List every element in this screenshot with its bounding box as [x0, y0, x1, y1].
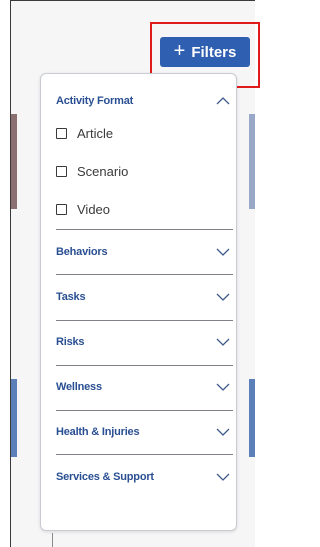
chevron-down-icon — [213, 380, 233, 394]
filter-option-label: Video — [77, 201, 111, 217]
scenario-checkbox[interactable] — [56, 165, 67, 177]
background-card-edge — [11, 379, 17, 457]
filter-section-title: Services & Support — [56, 471, 154, 483]
filter-option-scenario[interactable]: Scenario — [56, 152, 233, 190]
section-divider — [56, 274, 233, 275]
filters-panel: Activity Format Article Scenario Video B… — [40, 73, 237, 531]
background-image-edge — [249, 114, 255, 209]
filter-option-article[interactable]: Article — [56, 114, 233, 152]
filter-section-activity-format: Activity Format Article Scenario Video — [56, 88, 233, 228]
article-checkbox[interactable] — [56, 127, 67, 139]
chevron-down-icon — [213, 245, 233, 259]
filter-section-health-injuries: Health & Injuries — [56, 419, 233, 445]
filter-option-label: Scenario — [77, 163, 129, 179]
filter-section-title: Activity Format — [56, 95, 134, 107]
filter-section-tasks: Tasks — [56, 284, 233, 310]
filter-option-video[interactable]: Video — [56, 190, 233, 228]
filter-section-header-services-support[interactable]: Services & Support — [56, 464, 233, 490]
filter-section-header-behaviors[interactable]: Behaviors — [56, 239, 233, 265]
filter-section-header-wellness[interactable]: Wellness — [56, 374, 233, 400]
chevron-down-icon — [213, 470, 233, 484]
chevron-down-icon — [213, 335, 233, 349]
filter-section-title: Wellness — [56, 381, 102, 393]
background-image-edge — [11, 114, 17, 209]
filter-section-title: Behaviors — [56, 246, 108, 258]
background-card-edge — [249, 379, 255, 457]
chevron-up-icon — [213, 94, 233, 108]
divider — [52, 533, 53, 547]
filter-section-title: Tasks — [56, 291, 86, 303]
filters-button[interactable]: + Filters — [160, 37, 250, 67]
section-divider — [56, 365, 233, 366]
filter-section-header-health-injuries[interactable]: Health & Injuries — [56, 419, 233, 445]
video-checkbox[interactable] — [56, 203, 67, 215]
filter-section-title: Risks — [56, 336, 85, 348]
chevron-down-icon — [213, 425, 233, 439]
filter-section-wellness: Wellness — [56, 374, 233, 400]
chevron-down-icon — [213, 290, 233, 304]
section-divider — [56, 410, 233, 411]
section-divider — [56, 454, 233, 455]
filter-section-header-tasks[interactable]: Tasks — [56, 284, 233, 310]
filter-section-title: Health & Injuries — [56, 426, 140, 438]
plus-icon: + — [173, 40, 186, 62]
filter-section-risks: Risks — [56, 329, 233, 355]
filter-option-label: Article — [77, 125, 114, 141]
filter-section-services-support: Services & Support — [56, 464, 233, 490]
filter-section-header-activity-format[interactable]: Activity Format — [56, 88, 233, 114]
filter-section-header-risks[interactable]: Risks — [56, 329, 233, 355]
filters-button-label: Filters — [191, 43, 237, 61]
section-divider — [56, 320, 233, 321]
filter-section-behaviors: Behaviors — [56, 239, 233, 265]
section-divider — [56, 229, 233, 230]
